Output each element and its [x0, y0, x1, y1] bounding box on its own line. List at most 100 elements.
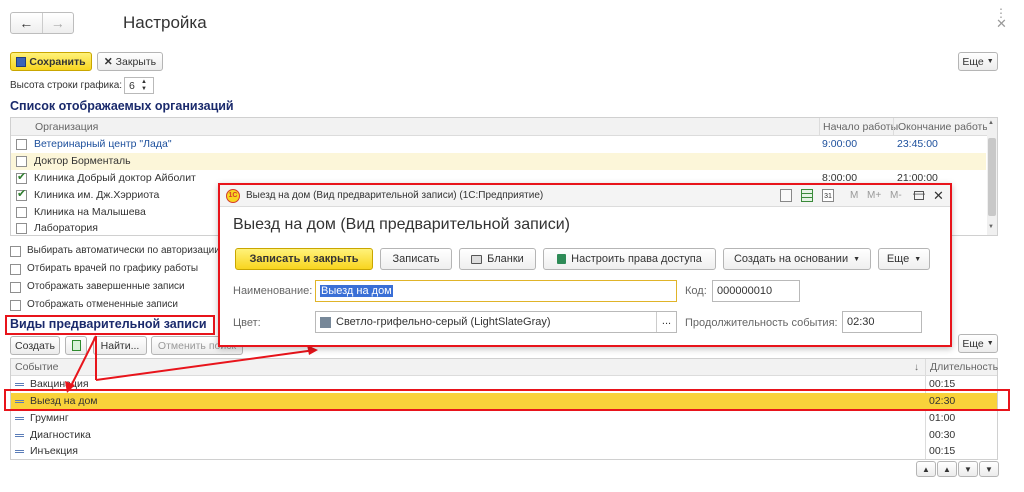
row-checkbox[interactable] [16, 223, 27, 234]
option-checkbox[interactable] [10, 282, 21, 293]
col-duration: Длительность [930, 361, 999, 373]
col-org: Организация [35, 121, 99, 133]
save-and-close-button[interactable]: Записать и закрыть [235, 248, 373, 270]
printer-icon [471, 254, 483, 264]
move-first-button[interactable]: ▲ [916, 461, 936, 477]
page-title: Настройка [123, 13, 207, 32]
code-label: Код: [685, 285, 707, 297]
color-select-button[interactable]: ... [656, 312, 676, 332]
save-button[interactable]: Записать [380, 248, 452, 270]
orgs-section-title: Список отображаемых организаций [10, 99, 234, 113]
create-button[interactable]: Создать [10, 336, 60, 355]
selected-row-highlight [4, 389, 1010, 411]
close-icon: ✕ [103, 55, 113, 68]
table-row[interactable]: Доктор Борменталь [11, 153, 986, 170]
duration-label: Продолжительность события: [685, 317, 838, 329]
row-checkbox[interactable] [16, 170, 27, 184]
col-event: Событие [15, 361, 59, 373]
close-window-icon[interactable]: ✕ [996, 16, 1007, 32]
forms-button[interactable]: Бланки [459, 248, 536, 270]
memory-m-minus-icon[interactable]: M- [890, 190, 902, 201]
close-icon[interactable]: ✕ [933, 188, 944, 204]
types-table-header: Событие ↓ Длительность [11, 359, 999, 376]
color-swatch [320, 316, 331, 328]
duration-field[interactable]: 02:30 [842, 311, 922, 333]
item-icon [15, 382, 24, 386]
org-name[interactable]: Доктор Борменталь [34, 153, 131, 170]
memory-m-icon[interactable]: M [850, 190, 858, 201]
calendar-icon[interactable]: 31 [822, 189, 834, 202]
copy-button[interactable] [65, 336, 87, 355]
org-start: 9:00:00 [822, 138, 858, 150]
org-name[interactable]: Ветеринарный центр "Лада" [34, 136, 172, 153]
forward-arrow-icon[interactable]: → [43, 13, 74, 33]
option-checkbox[interactable] [10, 264, 21, 275]
maximize-icon[interactable] [914, 191, 924, 200]
name-label: Наименование: [233, 285, 313, 297]
color-field[interactable]: Светло-грифельно-серый (LightSlateGray) … [315, 311, 677, 333]
org-name[interactable]: Лаборатория [34, 221, 98, 236]
dropdown-triangle-icon: ▼ [914, 255, 922, 263]
row-checkbox[interactable] [16, 139, 27, 150]
dropdown-triangle-icon: ▼ [986, 58, 994, 65]
row-checkbox[interactable] [16, 156, 27, 167]
nav-back-forward: ← → [10, 12, 74, 34]
row-checkbox[interactable] [16, 207, 27, 218]
option-checkbox[interactable] [10, 300, 21, 311]
orgs-scrollbar[interactable]: ▲ ▼ [987, 118, 997, 235]
col-divider [819, 118, 820, 136]
dialog-window: 1C Выезд на дом (Вид предварительной зап… [218, 183, 952, 347]
dialog-window-title: Выезд на дом (Вид предварительной записи… [246, 190, 544, 201]
orgs-table-header: Организация Начало работы Окончание рабо… [11, 118, 990, 136]
color-label: Цвет: [233, 317, 261, 329]
col-end: Окончание работы [898, 121, 990, 133]
scroll-down-icon[interactable]: ▼ [988, 224, 994, 230]
row-height-label: Высота строки графика: [10, 80, 123, 91]
org-name[interactable]: Клиника Добрый доктор Айболит [34, 170, 196, 187]
create-based-on-button[interactable]: Создать на основании ▼ [723, 248, 871, 270]
item-icon [15, 449, 24, 453]
row-height-stepper[interactable]: 6 ▲ ▼ [124, 77, 154, 94]
more-button[interactable]: Еще ▼ [958, 52, 998, 71]
row-checkbox[interactable] [16, 187, 27, 201]
types-more-button[interactable]: Еще ▼ [958, 334, 998, 353]
table-row[interactable]: Ветеринарный центр "Лада" 9:00:00 23:45:… [11, 136, 986, 153]
memory-m-plus-icon[interactable]: M+ [867, 190, 881, 201]
close-button[interactable]: ✕ Закрыть [97, 52, 163, 71]
1c-logo-icon: 1C [226, 189, 240, 203]
list-item[interactable]: Диагностика 00:30 [11, 427, 997, 444]
col-start: Начало работы [823, 121, 899, 133]
scroll-up-icon[interactable]: ▲ [988, 120, 994, 126]
floppy-icon [16, 56, 27, 67]
dialog-titlebar: 1C Выезд на дом (Вид предварительной зап… [220, 185, 950, 207]
col-divider [893, 118, 894, 136]
code-field[interactable]: 000000010 [712, 280, 800, 302]
move-down-button[interactable]: ▼ [958, 461, 978, 477]
dropdown-triangle-icon: ▼ [986, 340, 994, 347]
access-rights-button[interactable]: Настроить права доступа [543, 248, 716, 270]
copy-icon [71, 340, 81, 351]
dialog-header: Выезд на дом (Вид предварительной записи… [233, 216, 570, 233]
list-item[interactable]: Груминг 01:00 [11, 410, 997, 427]
name-field[interactable]: Выезд на дом [315, 280, 677, 302]
item-icon [15, 433, 24, 437]
stepper-arrows-icon[interactable]: ▲ ▼ [141, 79, 147, 93]
org-name[interactable]: Клиника им. Дж.Хэрриота [34, 187, 159, 204]
move-up-button[interactable]: ▲ [937, 461, 957, 477]
list-item[interactable]: Инъекция 00:15 [11, 443, 997, 459]
org-name[interactable]: Клиника на Малышева [34, 204, 146, 221]
org-end: 23:45:00 [897, 138, 938, 150]
dialog-more-button[interactable]: Еще ▼ [878, 248, 930, 270]
find-button[interactable]: Найти... [93, 336, 147, 355]
types-section-title: Виды предварительной записи [10, 317, 207, 331]
table-icon[interactable] [801, 189, 813, 202]
back-arrow-icon[interactable]: ← [11, 13, 43, 33]
item-icon [15, 416, 24, 420]
print-icon[interactable] [780, 189, 792, 202]
save-button[interactable]: Сохранить [10, 52, 92, 71]
sort-arrow-icon[interactable]: ↓ [914, 359, 919, 376]
move-last-button[interactable]: ▼ [979, 461, 999, 477]
option-checkbox[interactable] [10, 246, 21, 257]
dropdown-triangle-icon: ▼ [853, 255, 861, 263]
scroll-thumb[interactable] [988, 138, 996, 216]
